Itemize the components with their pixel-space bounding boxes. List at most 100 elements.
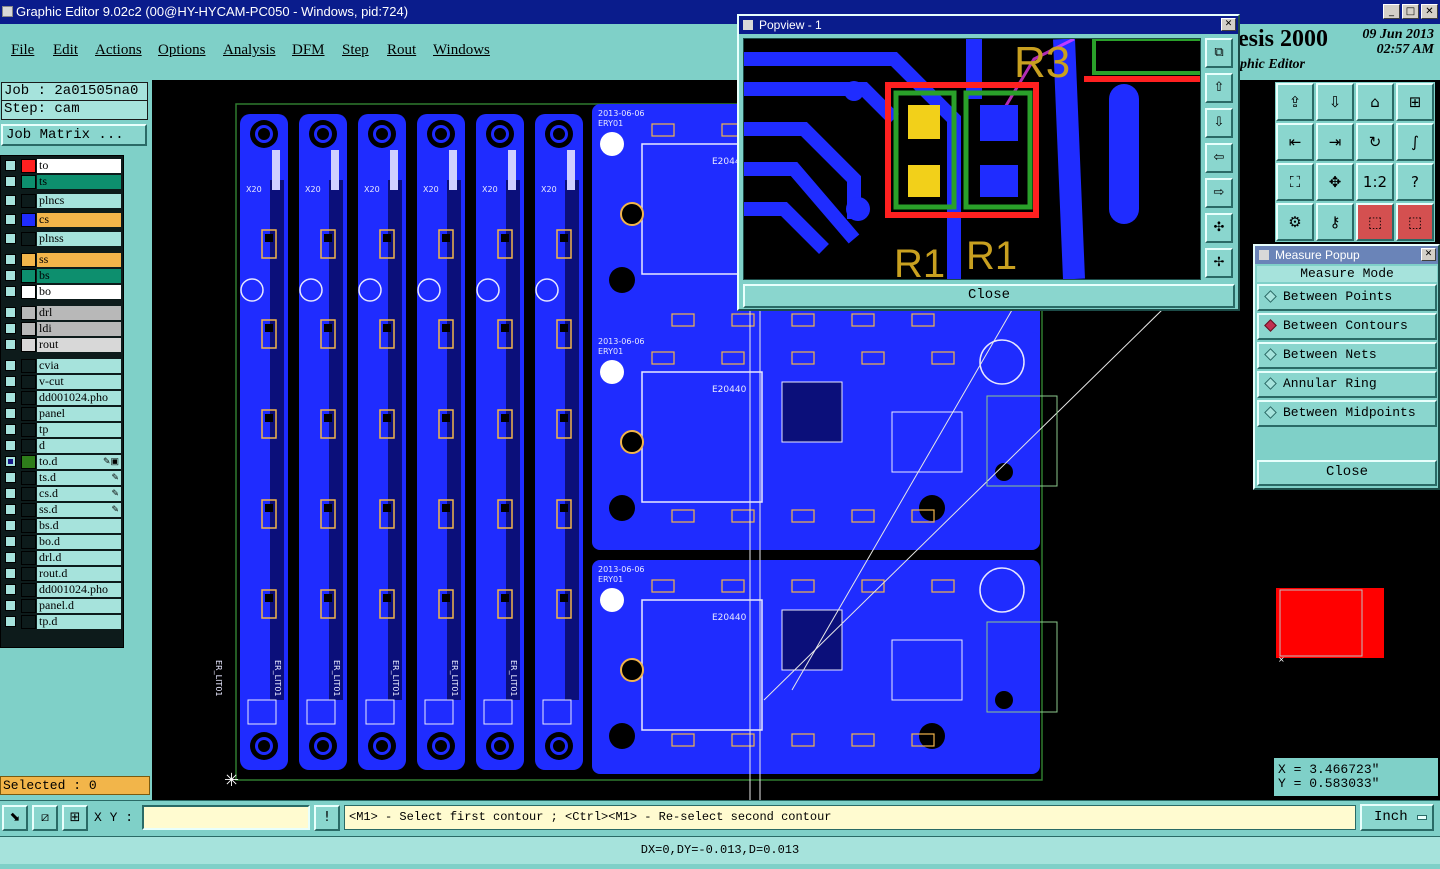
layer-row-rout-d[interactable]: rout.d [2,566,123,582]
layer-checkbox[interactable] [5,323,16,334]
layer-checkbox[interactable] [5,584,16,595]
layer-row-bs[interactable]: bs [2,268,123,284]
layer-checkbox[interactable] [5,254,16,265]
move-down-icon[interactable]: ⇩ [1205,108,1233,138]
layer-color-swatch[interactable] [21,615,36,629]
measure-option-between-midpoints[interactable]: Between Midpoints [1257,400,1437,427]
scale-1-2-icon[interactable]: 1:2 [1356,163,1394,201]
layer-checkbox[interactable] [5,456,16,467]
layer-color-swatch[interactable] [21,306,36,320]
layer-name[interactable]: bs.d [37,519,121,533]
zoom-home-icon[interactable]: ⇪ [1276,83,1314,121]
layer-color-swatch[interactable] [21,322,36,336]
layer-color-swatch[interactable] [21,439,36,453]
help-icon[interactable]: ? [1396,163,1434,201]
move-right-icon[interactable]: ⇨ [1205,178,1233,208]
layer-checkbox[interactable] [5,339,16,350]
layer-name[interactable]: ss [37,253,121,267]
layer-color-swatch[interactable] [21,175,36,189]
maximize-button[interactable]: □ [1402,4,1419,19]
menu-actions[interactable]: Actions [95,42,142,59]
layer-name[interactable]: plnss [37,232,121,246]
measure-option-annular-ring[interactable]: Annular Ring [1257,371,1437,398]
layer-checkbox[interactable] [5,233,16,244]
move-left-icon[interactable]: ⇦ [1205,143,1233,173]
layer-name[interactable]: dd001024.pho [37,583,121,597]
layer-checkbox[interactable] [5,440,16,451]
job-matrix-button[interactable]: Job Matrix ... [1,124,147,146]
layer-name[interactable]: rout.d [37,567,121,581]
layer-name[interactable]: rout [37,338,121,352]
popview-canvas[interactable]: R3 R1 R1 [743,38,1201,280]
layer-color-swatch[interactable] [21,159,36,173]
layer-name[interactable]: ldi [37,322,121,336]
minimap[interactable]: × [1272,578,1438,670]
layer-name[interactable]: cvia [37,359,121,373]
layer-checkbox[interactable] [5,616,16,627]
layer-color-swatch[interactable] [21,599,36,613]
layer-checkbox[interactable] [5,270,16,281]
layer-name[interactable]: bs [37,269,121,283]
layer-checkbox[interactable] [5,600,16,611]
layer-checkbox[interactable] [5,520,16,531]
layer-row-to-d[interactable]: to.d ✎▣ [2,454,123,470]
radio-icon[interactable] [1264,290,1277,303]
layer-row-drl-d[interactable]: drl.d [2,550,123,566]
radio-icon[interactable] [1264,348,1277,361]
layer-row-ss[interactable]: ss [2,252,123,268]
layer-color-swatch[interactable] [21,551,36,565]
layer-name[interactable]: ts [37,175,121,189]
layer-name[interactable]: plncs [37,194,121,208]
menu-dfm[interactable]: DFM [292,42,325,59]
layer-row-to[interactable]: to [2,158,123,174]
layer-row-drl[interactable]: drl [2,305,123,321]
layer-checkbox[interactable] [5,160,16,171]
menu-rout[interactable]: Rout [387,42,416,59]
layer-row-v-cut[interactable]: v-cut [2,374,123,390]
layer-row-cs[interactable]: cs [2,212,123,228]
layer-checkbox[interactable] [5,376,16,387]
radio-icon[interactable] [1264,406,1277,419]
layer-row-plnss[interactable]: plnss [2,231,123,247]
layer-row-tp[interactable]: tp [2,422,123,438]
layer-checkbox[interactable] [5,392,16,403]
zoom-fit-icon[interactable]: ⧉ [1205,38,1233,68]
layer-color-swatch[interactable] [21,535,36,549]
layer-checkbox[interactable] [5,504,16,515]
move-up-icon[interactable]: ⇧ [1205,73,1233,103]
layer-color-swatch[interactable] [21,583,36,597]
measure-title-bar[interactable]: Measure Popup ✕ [1255,246,1438,264]
layer-checkbox[interactable] [5,176,16,187]
layer-color-swatch[interactable] [21,407,36,421]
layer-color-swatch[interactable] [21,194,36,208]
layer-color-swatch[interactable] [21,391,36,405]
layer-checkbox[interactable] [5,214,16,225]
minimize-button[interactable]: _ [1383,4,1400,19]
layer-row-dd001024-pho[interactable]: dd001024.pho [2,582,123,598]
menu-options[interactable]: Options [158,42,206,59]
layer-color-swatch[interactable] [21,269,36,283]
pan-right-icon[interactable]: ⇥ [1316,123,1354,161]
radio-icon[interactable] [1264,377,1277,390]
layer-name[interactable]: panel [37,407,121,421]
radio-icon[interactable] [1264,319,1277,332]
layer-row-tp-d[interactable]: tp.d [2,614,123,630]
layer-checkbox[interactable] [5,286,16,297]
layer-row-ss-d[interactable]: ss.d ✎ [2,502,123,518]
layer-color-swatch[interactable] [21,285,36,299]
layer-name[interactable]: panel.d [37,599,121,613]
measure-tool-icon[interactable]: ⚙ [1276,203,1314,241]
layer-checkbox[interactable] [5,488,16,499]
close-window-button[interactable]: ✕ [1421,4,1438,19]
layer-name[interactable]: cs.d ✎ [37,487,121,501]
snap-icon[interactable]: ∫ [1396,123,1434,161]
layer-color-swatch[interactable] [21,487,36,501]
layer-name[interactable]: ts.d ✎ [37,471,121,485]
layer-row-bo-d[interactable]: bo.d [2,534,123,550]
layer-row-cs-d[interactable]: cs.d ✎ [2,486,123,502]
layer-name[interactable]: bo [37,285,121,299]
layer-name[interactable]: drl.d [37,551,121,565]
layer-checkbox[interactable] [5,472,16,483]
fit-icon[interactable]: ⛶ [1276,163,1314,201]
layer-color-swatch[interactable] [21,519,36,533]
